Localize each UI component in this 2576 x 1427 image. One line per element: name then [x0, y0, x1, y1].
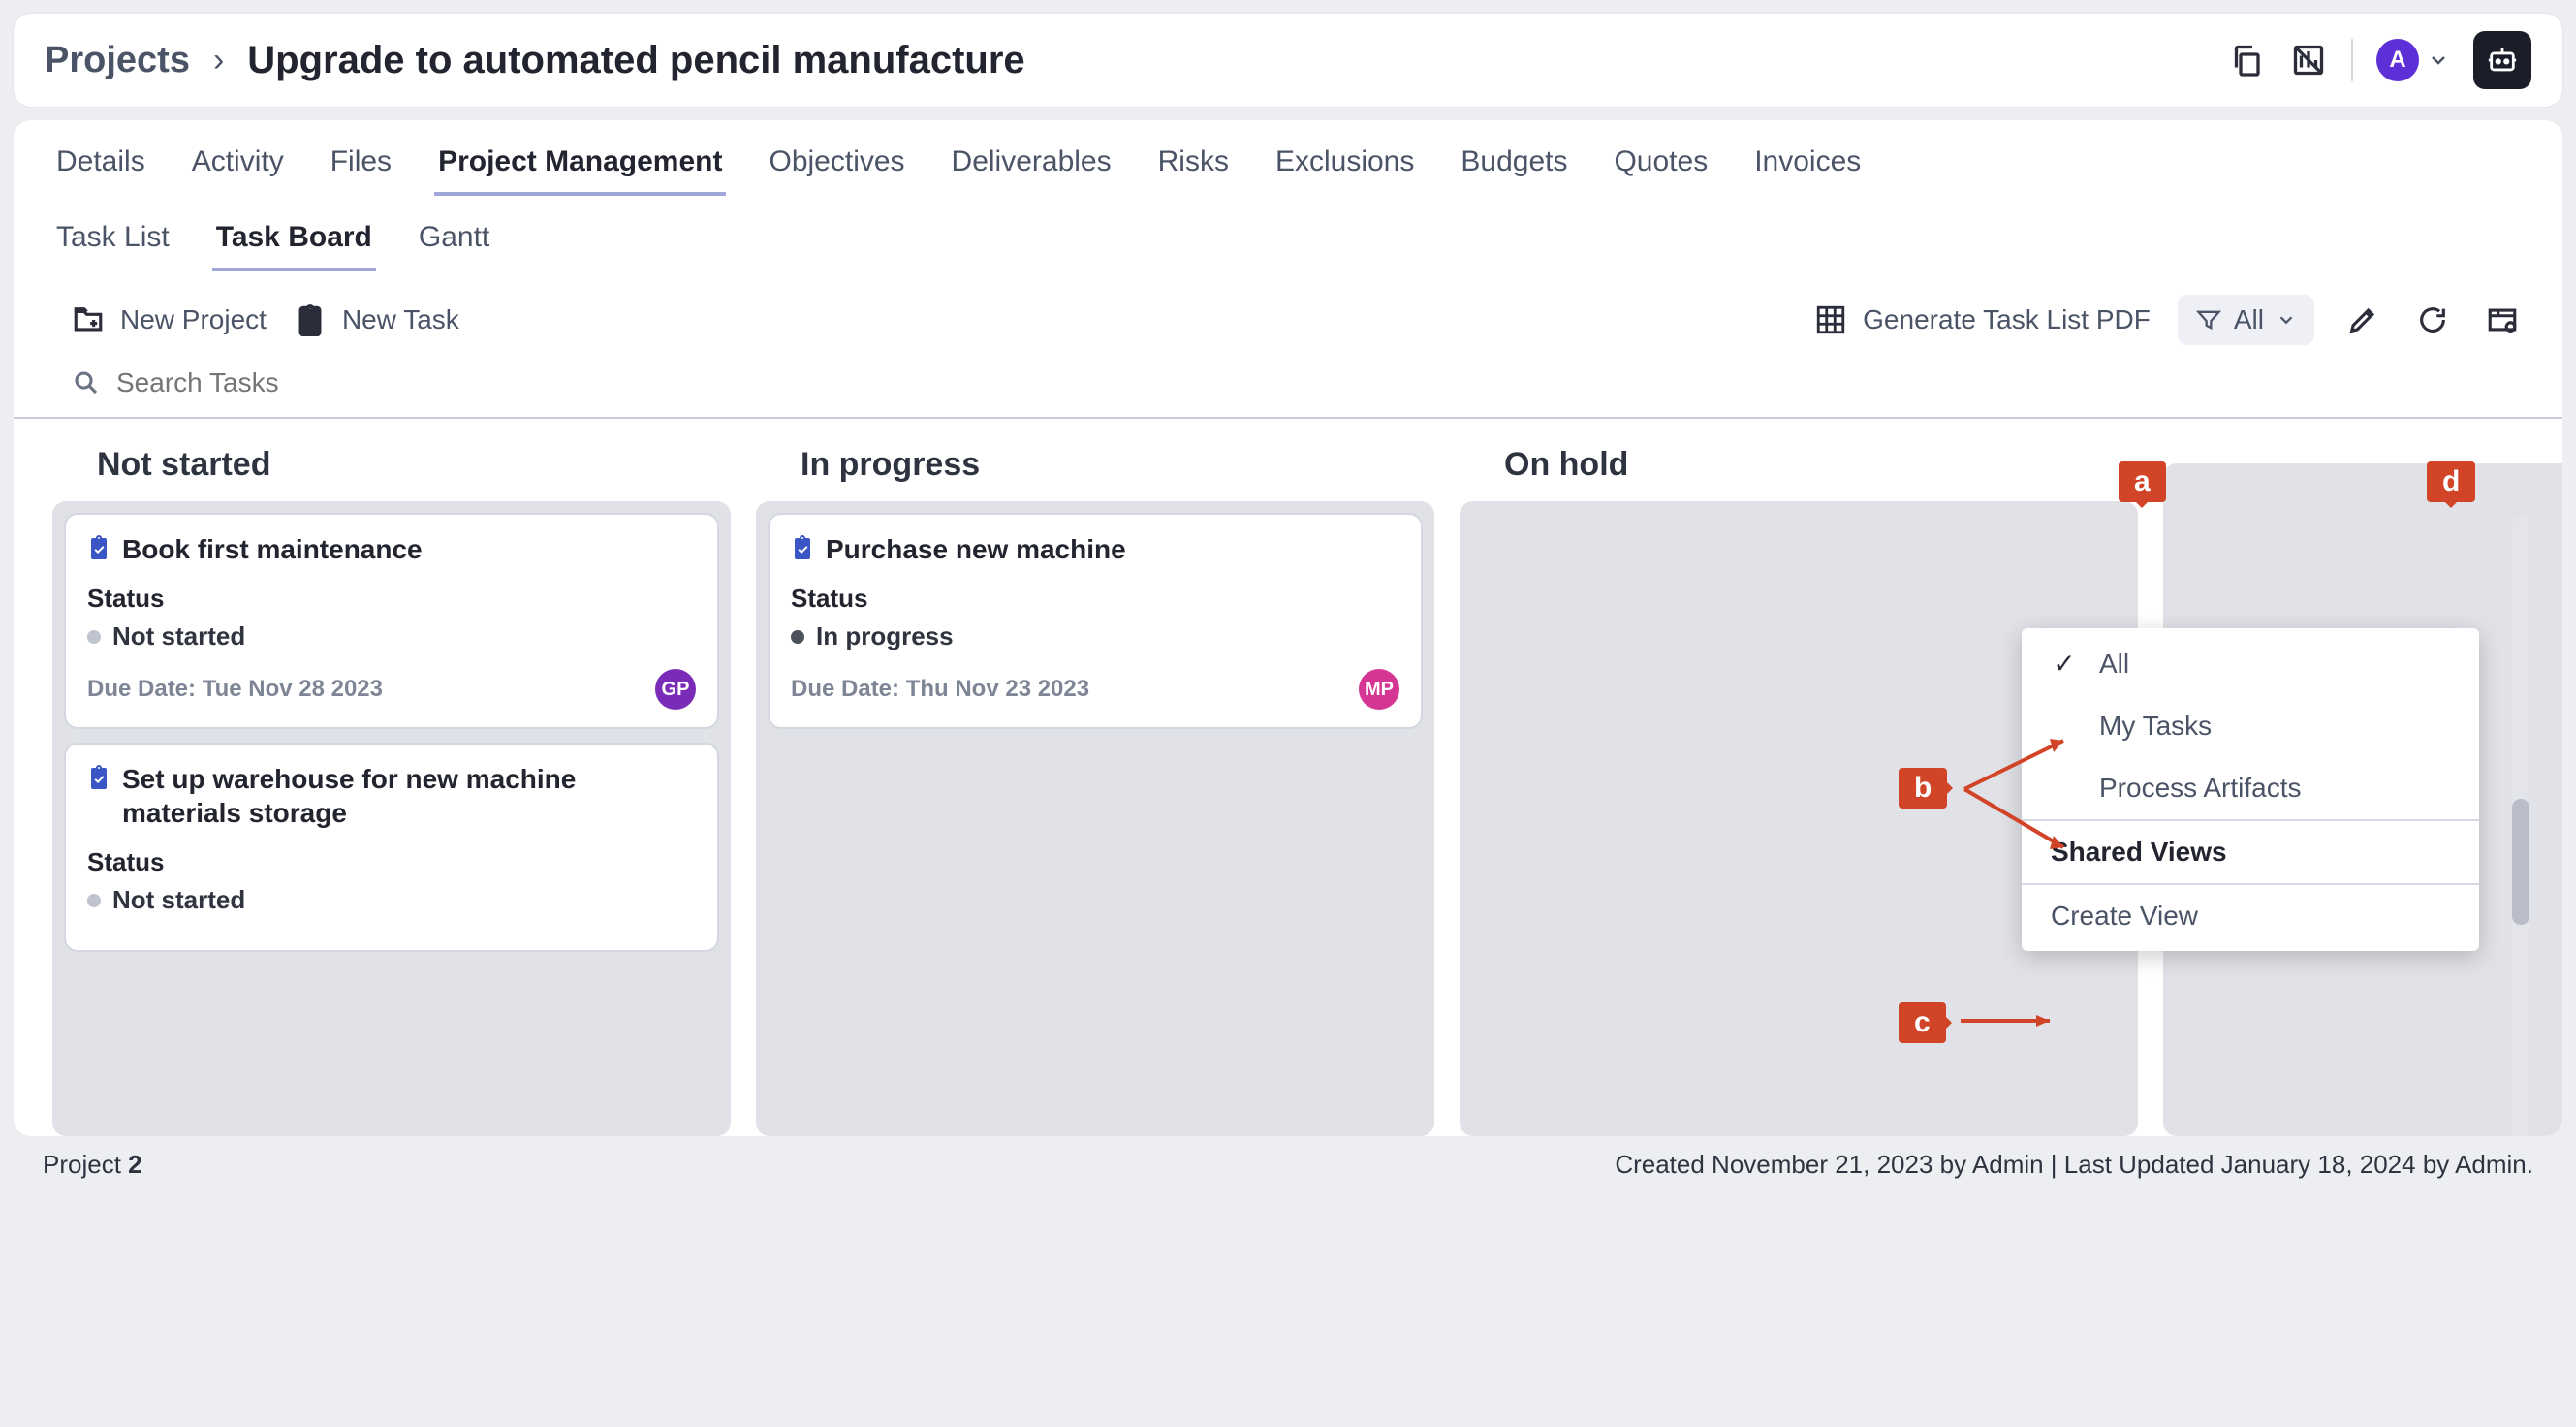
task-card[interactable]: Book first maintenance Status Not started D… [64, 513, 719, 729]
new-project-button[interactable]: New Project [72, 303, 267, 336]
breadcrumb-separator: › [213, 42, 224, 79]
status-label: Status [791, 584, 1399, 614]
assignee-avatar: MP [1359, 669, 1399, 710]
copy-icon[interactable] [2227, 41, 2266, 79]
filter-option-all[interactable]: ✓ All [2022, 632, 2479, 695]
annotation-c: c [1899, 1002, 1946, 1043]
task-icon [87, 764, 110, 791]
secondary-tabs: Task List Task Board Gantt [14, 196, 2562, 287]
new-task-button[interactable]: New Task [294, 303, 459, 336]
refresh-button[interactable] [2411, 299, 2454, 341]
tab-objectives[interactable]: Objectives [765, 145, 908, 196]
tab-quotes[interactable]: Quotes [1610, 145, 1712, 196]
task-card[interactable]: Purchase new machine Status In progress Due… [768, 513, 1423, 729]
due-date: Due Date: Thu Nov 23 2023 [791, 676, 1089, 703]
subtab-gantt[interactable]: Gantt [415, 221, 493, 271]
board-toolbar: New Project New Task Generate Task List … [14, 287, 2562, 359]
task-icon [791, 534, 814, 561]
header-divider [2351, 39, 2353, 81]
user-avatar: A [2376, 39, 2419, 81]
status-dot [87, 894, 101, 907]
status-value: Not started [112, 621, 245, 651]
tab-deliverables[interactable]: Deliverables [948, 145, 1115, 196]
assignee-avatar: GP [655, 669, 696, 710]
chevron-down-icon [2276, 309, 2297, 331]
tab-details[interactable]: Details [52, 145, 149, 196]
new-task-label: New Task [342, 304, 459, 335]
tab-project-management[interactable]: Project Management [434, 145, 726, 196]
footer: Project 2 Created November 21, 2023 by A… [14, 1136, 2562, 1193]
board-settings-button[interactable] [2481, 299, 2524, 341]
status-label: Status [87, 847, 696, 877]
footer-project: Project 2 [43, 1150, 142, 1180]
tab-risks[interactable]: Risks [1154, 145, 1233, 196]
lane-in-progress: In progress Purchase new machine Status In … [756, 446, 1434, 1136]
search-icon [72, 368, 101, 397]
generate-pdf-button[interactable]: Generate Task List PDF [1814, 303, 2151, 336]
lane-body[interactable]: Purchase new machine Status In progress Due… [756, 501, 1434, 1136]
check-icon: ✓ [2051, 648, 2078, 680]
annotation-a: a [2119, 461, 2166, 502]
report-icon[interactable] [2289, 41, 2328, 79]
tab-invoices[interactable]: Invoices [1750, 145, 1865, 196]
tab-budgets[interactable]: Budgets [1457, 145, 1571, 196]
tab-activity[interactable]: Activity [188, 145, 288, 196]
filter-option-label: All [2099, 649, 2129, 680]
lane-title: In progress [756, 446, 1434, 501]
subtab-task-board[interactable]: Task Board [212, 221, 376, 271]
generate-pdf-label: Generate Task List PDF [1863, 304, 2151, 335]
filter-option-label: My Tasks [2099, 711, 2212, 742]
lane-body[interactable]: Book first maintenance Status Not started D… [52, 501, 731, 1136]
lane-title [2163, 446, 2562, 463]
filter-dropdown[interactable]: All [2178, 295, 2314, 345]
tab-exclusions[interactable]: Exclusions [1272, 145, 1418, 196]
filter-option-label: Process Artifacts [2099, 773, 2302, 804]
search-input[interactable] [114, 366, 2524, 399]
lane-not-started: Not started Book first maintenance Status N… [52, 446, 731, 1136]
tab-files[interactable]: Files [327, 145, 395, 196]
page-title: Upgrade to automated pencil manufacture [247, 39, 1024, 82]
primary-tabs: Details Activity Files Project Management Ob… [14, 120, 2562, 196]
user-menu[interactable]: A [2376, 39, 2450, 81]
annotation-b: b [1899, 768, 1947, 809]
status-dot [791, 630, 804, 644]
task-title: Purchase new machine [826, 532, 1126, 566]
lane-title: Not started [52, 446, 731, 501]
annotation-arrow-c [1957, 1006, 2063, 1035]
breadcrumb-root[interactable]: Projects [45, 40, 190, 81]
annotation-d: d [2427, 461, 2475, 502]
annotation-arrow-b [1957, 721, 2092, 896]
search-row [14, 359, 2562, 419]
task-title: Book first maintenance [122, 532, 423, 566]
header-bar: Projects › Upgrade to automated pencil m… [14, 14, 2562, 107]
lane-title: On hold [1460, 446, 2138, 501]
new-project-label: New Project [120, 304, 267, 335]
status-value: In progress [816, 621, 954, 651]
footer-meta: Created November 21, 2023 by Admin | Las… [1615, 1150, 2533, 1180]
task-icon [87, 534, 110, 561]
board-scrollbar-thumb[interactable] [2512, 799, 2529, 925]
project-panel: Details Activity Files Project Management Ob… [14, 120, 2562, 1136]
chevron-down-icon [2427, 48, 2450, 72]
assistant-button[interactable] [2473, 31, 2531, 89]
task-title: Set up warehouse for new machine materia… [122, 762, 696, 830]
status-label: Status [87, 584, 696, 614]
task-card[interactable]: Set up warehouse for new machine materia… [64, 743, 719, 952]
edit-button[interactable] [2341, 299, 2384, 341]
due-date: Due Date: Tue Nov 28 2023 [87, 676, 383, 703]
status-dot [87, 630, 101, 644]
filter-icon [2195, 306, 2222, 333]
status-value: Not started [112, 885, 245, 915]
subtab-task-list[interactable]: Task List [52, 221, 173, 271]
filter-label: All [2234, 304, 2264, 335]
